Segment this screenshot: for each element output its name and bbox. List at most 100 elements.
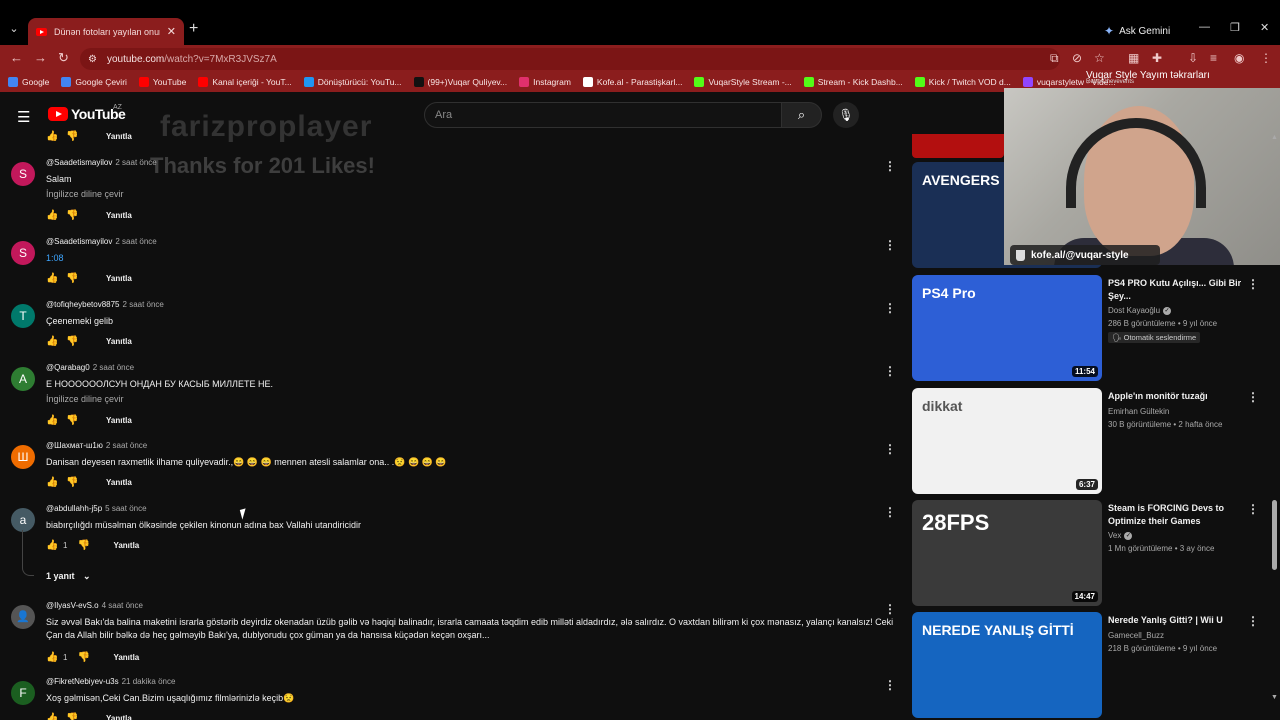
like-icon[interactable]: 👍	[46, 336, 58, 347]
comment-menu-icon[interactable]: ⋮	[884, 159, 896, 173]
downloads-icon[interactable]: ⇩	[1188, 51, 1198, 65]
bookmark-item[interactable]: Google Çeviri	[61, 77, 127, 87]
bookmark-item[interactable]: YouTube	[138, 77, 186, 87]
translate-link[interactable]: İngilizce diline çevir	[46, 189, 124, 199]
avatar[interactable]: Ш	[11, 445, 35, 469]
comment-author[interactable]: @Шахмат-ш1ю 2 saat önce	[46, 441, 147, 450]
like-icon[interactable]: 👍	[46, 210, 58, 221]
comment-time[interactable]: 2 saat önce	[106, 441, 147, 450]
comment-menu-icon[interactable]: ⋮	[884, 364, 896, 378]
ask-gemini-button[interactable]: ✦ Ask Gemini	[1104, 21, 1170, 41]
reply-button[interactable]: Yanıtla	[106, 274, 132, 283]
bookmark-item[interactable]: Instagram	[519, 77, 571, 87]
like-icon[interactable]: 👍	[46, 713, 58, 720]
browser-menu-icon[interactable]: ⋮	[1260, 51, 1272, 65]
bookmark-item[interactable]: (99+)Vuqar Quliyev...	[413, 77, 507, 87]
avatar[interactable]: S	[11, 162, 35, 186]
bookmark-item[interactable]: Kofe.al - Parastişkarl...	[582, 77, 682, 87]
voice-search-button[interactable]: 🎙	[833, 102, 859, 128]
hamburger-menu-icon[interactable]: ☰	[17, 108, 31, 126]
like-icon[interactable]: 👍	[46, 652, 58, 663]
video-thumbnail[interactable]: NEREDE YANLIŞ GİTTİ	[912, 612, 1102, 718]
comment-menu-icon[interactable]: ⋮	[884, 301, 896, 315]
address-bar[interactable]: ⚙ youtube.com/watch?v=7MxR3JVSz7A	[80, 48, 1060, 70]
reply-button[interactable]: Yanıtla	[106, 337, 132, 346]
comment-author[interactable]: @Saadetismayilov 2 saat önce	[46, 158, 157, 167]
search-input[interactable]: Ara	[424, 102, 782, 128]
install-app-icon[interactable]: ⧉	[1050, 51, 1059, 66]
dislike-icon[interactable]: 👎	[77, 540, 89, 551]
dislike-icon[interactable]: 👎	[66, 273, 78, 284]
reply-button[interactable]: Yanıtla	[106, 132, 132, 141]
like-icon[interactable]: 👍	[46, 273, 58, 284]
reply-button[interactable]: Yanıtla	[106, 714, 132, 720]
bookmark-item[interactable]: Kanal içeriği - YouT...	[198, 77, 292, 87]
scroll-down-arrow-icon[interactable]: ▼	[1271, 694, 1278, 701]
comment-time[interactable]: 5 saat önce	[105, 504, 146, 513]
reload-icon[interactable]: ↻	[58, 50, 69, 66]
video-thumbnail[interactable]: 28FPS 14:47	[912, 500, 1102, 606]
comment-menu-icon[interactable]: ⋮	[884, 678, 896, 692]
dislike-icon[interactable]: 👎	[66, 415, 78, 426]
comment-menu-icon[interactable]: ⋮	[884, 602, 896, 616]
profile-avatar-icon[interactable]: ◉	[1234, 51, 1244, 65]
comment-author[interactable]: @IlyasV-evS.o 4 saat önce	[46, 601, 143, 610]
comment-menu-icon[interactable]: ⋮	[884, 505, 896, 519]
comment-author[interactable]: @FikretNebiyev-u3s 21 dakika önce	[46, 677, 175, 686]
like-icon[interactable]: 👍	[46, 415, 58, 426]
avatar[interactable]: T	[11, 304, 35, 328]
dislike-icon[interactable]: 👎	[66, 210, 78, 221]
comment-author[interactable]: @tofiqheybetov8875 2 saat önce	[46, 300, 164, 309]
channel-name[interactable]: Gamecell_Buzz	[1108, 631, 1164, 640]
search-button[interactable]: ⌕	[781, 102, 822, 128]
comment-time[interactable]: 2 saat önce	[93, 363, 134, 372]
video-thumbnail[interactable]: PS4 Pro 11:54	[912, 275, 1102, 381]
reply-button[interactable]: Yanıtla	[106, 478, 132, 487]
dislike-icon[interactable]: 👎	[66, 336, 78, 347]
like-icon[interactable]: 👍	[46, 540, 58, 551]
comment-time[interactable]: 21 dakika önce	[122, 677, 176, 686]
video-thumbnail[interactable]: dikkat 6:37	[912, 388, 1102, 494]
comment-menu-icon[interactable]: ⋮	[884, 442, 896, 456]
reply-button[interactable]: Yanıtla	[113, 541, 139, 550]
video-title[interactable]: Nerede Yanlış Gitti? | Wii U	[1108, 614, 1244, 627]
video-title[interactable]: PS4 PRO Kutu Açılışı... Gibi Bir Şey...	[1108, 277, 1244, 302]
bookmark-star-icon[interactable]: ☆	[1094, 51, 1105, 65]
reply-button[interactable]: Yanıtla	[106, 416, 132, 425]
reply-button[interactable]: Yanıtla	[113, 653, 139, 662]
minimize-window-icon[interactable]: —	[1199, 21, 1210, 33]
dislike-icon[interactable]: 👎	[66, 713, 78, 720]
bookmark-item[interactable]: VuqarStyle Stream -...	[694, 77, 792, 87]
channel-name[interactable]: Dost Kayaoğlu ✓	[1108, 306, 1172, 315]
video-menu-icon[interactable]: ⋮	[1247, 614, 1259, 628]
comment-time[interactable]: 2 saat önce	[123, 300, 164, 309]
like-icon[interactable]: 👍	[46, 477, 58, 488]
comment-menu-icon[interactable]: ⋮	[884, 238, 896, 252]
video-menu-icon[interactable]: ⋮	[1247, 390, 1259, 404]
close-window-icon[interactable]: ✕	[1260, 21, 1269, 34]
browser-tab-active[interactable]: Dünən fotoları yayılan onun du ✕	[28, 18, 184, 45]
avatar[interactable]: 👤	[11, 605, 35, 629]
comment-time[interactable]: 4 saat önce	[102, 601, 143, 610]
translate-link[interactable]: İngilizce diline çevir	[46, 394, 124, 404]
avatar[interactable]: A	[11, 367, 35, 391]
reply-button[interactable]: Yanıtla	[106, 211, 132, 220]
avatar[interactable]: a	[11, 508, 35, 532]
dislike-icon[interactable]: 👎	[66, 131, 78, 142]
bookmark-item[interactable]: Kick / Twitch VOD d...	[914, 77, 1011, 87]
new-tab-button[interactable]: +	[189, 20, 198, 38]
bookmark-item[interactable]: Stream - Kick Dashb...	[803, 77, 903, 87]
translate-extension-icon[interactable]: ▦	[1128, 51, 1139, 65]
comment-author[interactable]: @abdullahh-j5p 5 saat önce	[46, 504, 147, 513]
scroll-up-arrow-icon[interactable]: ▲	[1271, 134, 1278, 141]
dislike-icon[interactable]: 👎	[77, 652, 89, 663]
site-info-icon[interactable]: ⚙	[88, 54, 97, 65]
back-arrow-icon[interactable]: ←	[10, 50, 23, 65]
video-menu-icon[interactable]: ⋮	[1247, 277, 1259, 291]
avatar[interactable]: S	[11, 241, 35, 265]
page-scrollbar-thumb[interactable]	[1272, 500, 1277, 570]
bookmark-item[interactable]: Dönüştürücü: YouTu...	[303, 77, 402, 87]
tracking-blocked-icon[interactable]: ⊘	[1072, 51, 1082, 65]
channel-name[interactable]: Vex ✓	[1108, 531, 1133, 540]
video-menu-icon[interactable]: ⋮	[1247, 502, 1259, 516]
